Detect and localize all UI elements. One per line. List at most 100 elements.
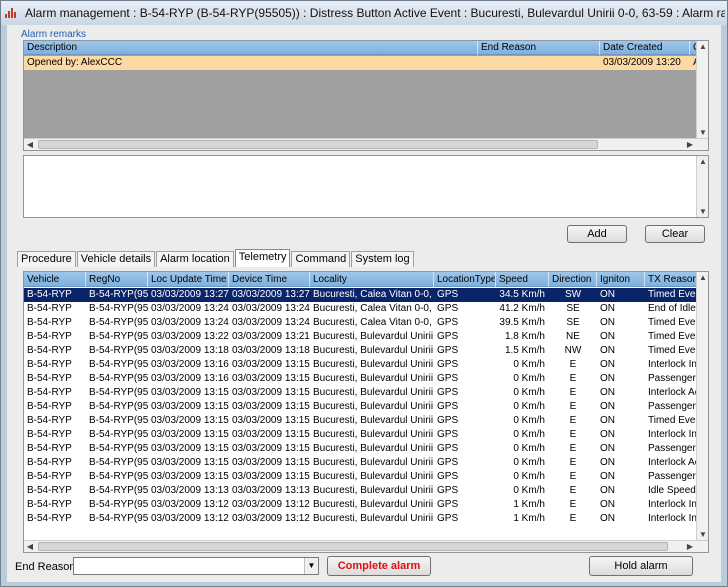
chevron-down-icon[interactable]: ▼ [304, 558, 318, 574]
col-vehicle[interactable]: Vehicle [24, 272, 86, 287]
table-row[interactable]: B-54-RYP B-54-RYP(95 03/03/2009 13:15 03/03… [24, 442, 698, 456]
cell-tx-reason: Interlock Ac [648, 387, 698, 398]
cell-vehicle: B-54-RYP [27, 373, 72, 384]
scroll-up-icon[interactable]: ▲ [697, 156, 709, 167]
col-loc-update-time[interactable]: Loc Update Time [148, 272, 229, 287]
title-bar[interactable]: Alarm management : B-54-RYP (B-54-RYP(95… [1, 1, 727, 25]
telemetry-grid[interactable]: Vehicle RegNo Loc Update Time Device Time Lo… [23, 271, 709, 553]
table-row[interactable]: B-54-RYP B-54-RYP(95 03/03/2009 13:16 03/03… [24, 372, 698, 386]
cell-location-type: GPS [437, 373, 459, 384]
scroll-down-icon[interactable]: ▼ [697, 206, 709, 217]
col-locality[interactable]: Locality [310, 272, 434, 287]
complete-alarm-button[interactable]: Complete alarm [327, 556, 431, 576]
table-row[interactable]: B-54-RYP B-54-RYP(95 03/03/2009 13:24 03/03… [24, 302, 698, 316]
cell-locality: Bucuresti, Bulevardul Unirii [313, 387, 434, 398]
scroll-right-icon[interactable]: ▶ [684, 139, 696, 150]
cell-vehicle: B-54-RYP [27, 289, 72, 300]
telemetry-vscroll[interactable]: ▲ ▼ [696, 272, 708, 540]
cell-device-time: 03/03/2009 13:15 [232, 471, 310, 482]
dialog-body: Alarm remarks Description End Reason Date … [7, 25, 721, 582]
remark-text-vscroll[interactable]: ▲ ▼ [696, 156, 708, 217]
scroll-down-icon[interactable]: ▼ [697, 529, 708, 540]
remark-text-area[interactable]: ▲ ▼ [23, 155, 709, 218]
cell-ignition: ON [600, 443, 615, 454]
cell-direction: E [569, 387, 577, 398]
cell-locality: Bucuresti, Bulevardul Unirii [313, 345, 434, 356]
end-reason-combobox[interactable]: ▼ [73, 557, 319, 575]
table-row[interactable]: B-54-RYP B-54-RYP(95 03/03/2009 13:15 03/03… [24, 414, 698, 428]
table-row[interactable]: B-54-RYP B-54-RYP(95 03/03/2009 13:12 03/03… [24, 498, 698, 512]
tab-system-log[interactable]: System log [351, 251, 414, 267]
remarks-hscroll[interactable]: ◀ ▶ [24, 138, 708, 150]
col-date-created[interactable]: Date Created [600, 41, 690, 55]
cell-tx-reason: Timed Ever [648, 289, 698, 300]
tab-command[interactable]: Command [291, 251, 351, 267]
cell-loc-update-time: 03/03/2009 13:15 [151, 429, 229, 440]
table-row[interactable]: B-54-RYP B-54-RYP(95 03/03/2009 13:18 03/03… [24, 344, 698, 358]
col-device-time[interactable]: Device Time [229, 272, 310, 287]
cell-loc-update-time: 03/03/2009 13:18 [151, 345, 229, 356]
remark-date-created: 03/03/2009 13:20 [603, 57, 681, 68]
scroll-left-icon[interactable]: ◀ [24, 541, 36, 552]
cell-speed: 0 Km/h [513, 387, 545, 398]
table-row[interactable]: B-54-RYP B-54-RYP(95 03/03/2009 13:24 03/03… [24, 316, 698, 330]
scroll-up-icon[interactable]: ▲ [697, 272, 708, 283]
cell-direction: E [569, 485, 577, 496]
clear-button[interactable]: Clear [645, 225, 705, 243]
scroll-left-icon[interactable]: ◀ [24, 139, 36, 150]
remarks-grid[interactable]: DescriptionEnd ReasonDate CreatedCr Open… [23, 40, 709, 151]
tab-procedure[interactable]: Procedure [17, 251, 76, 267]
table-row[interactable]: B-54-RYP B-54-RYP(95 03/03/2009 13:22 03/03… [24, 330, 698, 344]
cell-ignition: ON [600, 485, 615, 496]
remark-end-reason [478, 56, 600, 70]
cell-ignition: ON [600, 345, 615, 356]
cell-location-type: GPS [437, 471, 459, 482]
remarks-hscroll-thumb[interactable] [38, 140, 598, 149]
col-ignition[interactable]: Igniton [597, 272, 645, 287]
cell-vehicle: B-54-RYP [27, 499, 72, 510]
cell-regno: B-54-RYP(95 [89, 317, 148, 328]
col-speed[interactable]: Speed [496, 272, 549, 287]
tab-alarm-location[interactable]: Alarm location [156, 251, 234, 267]
col-regno[interactable]: RegNo [86, 272, 148, 287]
scroll-down-icon[interactable]: ▼ [697, 127, 708, 138]
tab-vehicle-details[interactable]: Vehicle details [76, 251, 156, 267]
cell-loc-update-time: 03/03/2009 13:22 [151, 331, 229, 342]
cell-speed: 41.2 Km/h [499, 303, 545, 314]
cell-regno: B-54-RYP(95 [89, 499, 148, 510]
cell-location-type: GPS [437, 303, 459, 314]
cell-locality: Bucuresti, Calea Vitan 0-0, 0 [313, 317, 434, 328]
remark-row[interactable]: Opened by: AlexCCC03/03/2009 13:20Ale [24, 56, 707, 70]
table-row[interactable]: B-54-RYP B-54-RYP(95 03/03/2009 13:27 03/03… [24, 288, 698, 302]
telemetry-hscroll[interactable]: ◀ ▶ [24, 540, 708, 552]
table-row[interactable]: B-54-RYP B-54-RYP(95 03/03/2009 13:13 03/03… [24, 484, 698, 498]
col-description[interactable]: Description [24, 41, 478, 55]
cell-vehicle: B-54-RYP [27, 415, 72, 426]
add-button[interactable]: Add [567, 225, 627, 243]
tab-telemetry[interactable]: Telemetry [234, 249, 291, 267]
cell-speed: 0 Km/h [513, 457, 545, 468]
cell-device-time: 03/03/2009 13:15 [232, 359, 310, 370]
table-row[interactable]: B-54-RYP B-54-RYP(95 03/03/2009 13:15 03/03… [24, 428, 698, 442]
cell-device-time: 03/03/2009 13:27 [232, 289, 310, 300]
cell-regno: B-54-RYP(95 [89, 345, 148, 356]
col-direction[interactable]: Direction [549, 272, 597, 287]
table-row[interactable]: B-54-RYP B-54-RYP(95 03/03/2009 13:15 03/03… [24, 386, 698, 400]
remarks-vscroll[interactable]: ▲ ▼ [696, 41, 708, 138]
scroll-right-icon[interactable]: ▶ [684, 541, 696, 552]
scroll-up-icon[interactable]: ▲ [697, 41, 708, 52]
telemetry-hscroll-thumb[interactable] [38, 542, 668, 551]
cell-device-time: 03/03/2009 13:24 [232, 303, 310, 314]
table-row[interactable]: B-54-RYP B-54-RYP(95 03/03/2009 13:16 03/03… [24, 358, 698, 372]
table-row[interactable]: B-54-RYP B-54-RYP(95 03/03/2009 13:15 03/03… [24, 456, 698, 470]
table-row[interactable]: B-54-RYP B-54-RYP(95 03/03/2009 13:15 03/03… [24, 400, 698, 414]
cell-locality: Bucuresti, Bulevardul Unirii [313, 485, 434, 496]
table-row[interactable]: B-54-RYP B-54-RYP(95 03/03/2009 13:15 03/03… [24, 470, 698, 484]
table-row[interactable]: B-54-RYP B-54-RYP(95 03/03/2009 13:12 03/03… [24, 512, 698, 526]
col-location-type[interactable]: LocationType [434, 272, 496, 287]
col-tx-reason[interactable]: TX Reason [645, 272, 698, 287]
cell-location-type: GPS [437, 443, 459, 454]
hold-alarm-button[interactable]: Hold alarm [589, 556, 693, 576]
cell-ignition: ON [600, 457, 615, 468]
col-end-reason[interactable]: End Reason [478, 41, 600, 55]
